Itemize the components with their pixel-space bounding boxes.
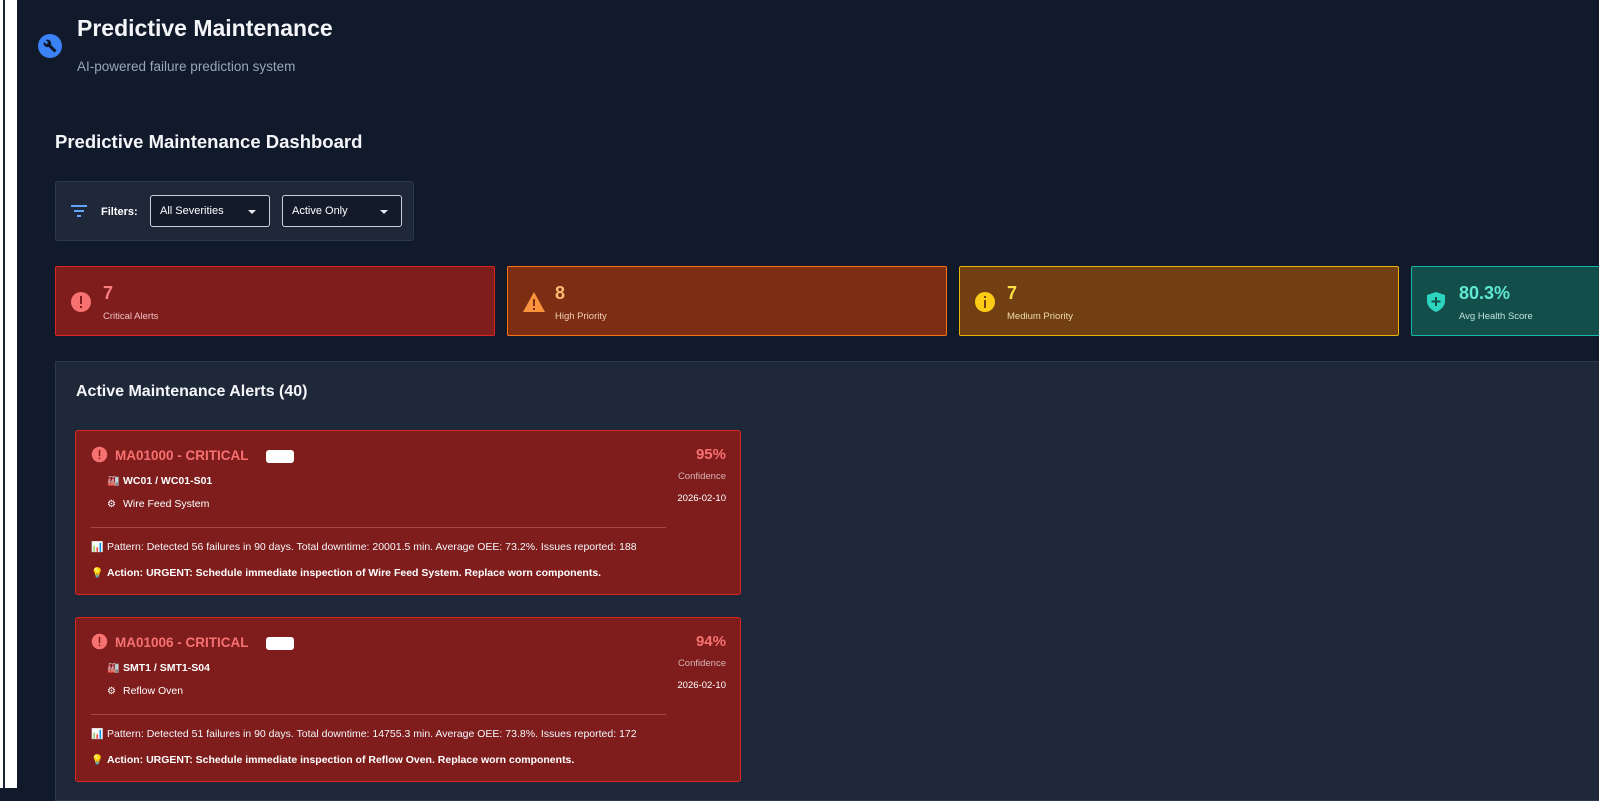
divider — [91, 527, 666, 528]
stat-card-critical: 7 Critical Alerts — [55, 266, 495, 336]
status-select-value: Active Only — [292, 205, 348, 217]
shield-plus-icon — [1426, 291, 1448, 313]
alert-location-text: SMT1 / SMT1-S04 — [123, 662, 210, 674]
stat-label: High Priority — [555, 311, 607, 322]
alert-pattern: 📊 Pattern: Detected 51 failures in 90 day… — [91, 728, 637, 740]
stat-value: 7 — [103, 283, 114, 303]
alert-location: 🏭 SMT1 / SMT1-S04 — [107, 662, 210, 674]
gear-icon: ⚙ — [107, 686, 116, 697]
stat-value: 7 — [1007, 283, 1018, 303]
alerts-title: Active Maintenance Alerts (40) — [76, 383, 308, 400]
alert-circle-icon — [70, 291, 92, 313]
alert-component: ⚙ Reflow Oven — [107, 685, 183, 697]
stat-value: 8 — [555, 283, 566, 303]
stat-card-high: 8 High Priority — [507, 266, 947, 336]
chart-icon: 📊 — [91, 729, 104, 740]
wrench-icon — [38, 34, 62, 58]
severity-select-value: All Severities — [160, 205, 224, 217]
status-select[interactable]: Active Only — [282, 195, 402, 227]
warning-triangle-icon — [522, 291, 545, 313]
alert-location: 🏭 WC01 / WC01-S01 — [107, 475, 212, 487]
lightbulb-icon: 💡 — [91, 755, 104, 766]
alert-action: 💡 Action: URGENT: Schedule immediate insp… — [91, 567, 601, 579]
gear-icon: ⚙ — [107, 499, 116, 510]
factory-icon: 🏭 — [107, 663, 120, 674]
stat-card-medium: 7 Medium Priority — [959, 266, 1399, 336]
left-rail — [0, 0, 17, 788]
alert-date: 2026-02-10 — [677, 493, 726, 504]
status-badge — [266, 450, 294, 463]
chevron-down-icon — [380, 210, 388, 214]
stat-label: Medium Priority — [1007, 311, 1073, 322]
alert-component-text: Wire Feed System — [123, 498, 210, 510]
filters-bar: Filters: All Severities Active Only — [55, 181, 414, 241]
alert-location-text: WC01 / WC01-S01 — [123, 475, 213, 487]
alerts-panel: Active Maintenance Alerts (40) MA01000 -… — [55, 361, 1599, 801]
alert-confidence-label: Confidence — [677, 658, 726, 669]
alert-circle-icon — [91, 633, 108, 655]
page-title: Predictive Maintenance Dashboard — [55, 131, 363, 152]
alert-confidence: 94% — [695, 633, 726, 650]
status-badge — [266, 637, 294, 650]
filters-label: Filters: — [101, 206, 138, 218]
app-subtitle: AI-powered failure prediction system — [77, 59, 296, 74]
alert-action-text: Action: URGENT: Schedule immediate inspe… — [107, 754, 575, 766]
info-circle-icon — [974, 291, 996, 313]
lightbulb-icon: 💡 — [91, 568, 104, 579]
chevron-down-icon — [248, 210, 256, 214]
alert-action: 💡 Action: URGENT: Schedule immediate insp… — [91, 754, 574, 766]
alert-pattern-text: Pattern: Detected 56 failures in 90 days… — [107, 541, 637, 553]
alert-card[interactable]: MA01006 - CRITICAL 🏭 SMT1 / SMT1-S04 ⚙ Ref… — [75, 617, 741, 782]
app-title: Predictive Maintenance — [77, 15, 333, 41]
alert-pattern: 📊 Pattern: Detected 56 failures in 90 day… — [91, 541, 637, 553]
factory-icon: 🏭 — [107, 476, 120, 487]
alert-component-text: Reflow Oven — [123, 685, 184, 697]
alert-confidence-label: Confidence — [677, 471, 726, 482]
stat-label: Critical Alerts — [103, 311, 159, 322]
alert-id: MA01000 - CRITICAL — [115, 448, 249, 463]
alert-pattern-text: Pattern: Detected 51 failures in 90 days… — [107, 728, 637, 740]
chart-icon: 📊 — [91, 542, 104, 553]
divider — [91, 714, 666, 715]
severity-select[interactable]: All Severities — [150, 195, 270, 227]
alert-component: ⚙ Wire Feed System — [107, 498, 209, 510]
filter-icon — [71, 204, 87, 222]
alert-action-text: Action: URGENT: Schedule immediate inspe… — [107, 567, 602, 579]
alert-card[interactable]: MA01000 - CRITICAL 🏭 WC01 / WC01-S01 ⚙ Wir… — [75, 430, 741, 595]
alert-confidence: 95% — [695, 446, 726, 463]
stat-value: 80.3% — [1459, 283, 1511, 303]
alert-circle-icon — [91, 446, 108, 468]
stat-card-health: 80.3% Avg Health Score — [1411, 266, 1599, 336]
alert-date: 2026-02-10 — [677, 680, 726, 691]
stat-label: Avg Health Score — [1459, 311, 1533, 322]
alert-id: MA01006 - CRITICAL — [115, 635, 249, 650]
